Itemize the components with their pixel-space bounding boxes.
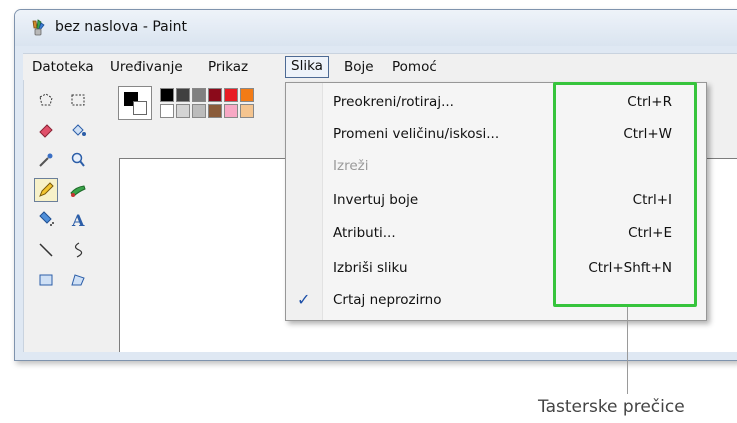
menu-file[interactable]: Datoteka	[27, 57, 99, 77]
menu-item-label: Preokreni/rotiraj...	[333, 94, 454, 110]
menu-item-label: Promeni veličinu/iskosi...	[333, 126, 500, 142]
rect-select-icon[interactable]	[66, 88, 90, 112]
pencil-icon[interactable]	[34, 178, 58, 202]
curve-icon[interactable]	[66, 238, 90, 262]
menu-item-label: Atributi...	[333, 225, 396, 241]
palette-swatch[interactable]	[160, 88, 174, 102]
menu-item-label: Invertuj boje	[333, 192, 419, 208]
background-color[interactable]	[133, 101, 147, 115]
polygon-icon[interactable]	[66, 268, 90, 292]
airbrush-icon[interactable]	[34, 208, 58, 232]
svg-text:A: A	[71, 211, 85, 229]
menu-image[interactable]: Slika	[285, 56, 329, 78]
palette-swatch[interactable]	[224, 104, 238, 118]
palette-swatch[interactable]	[240, 104, 254, 118]
palette-swatch[interactable]	[240, 88, 254, 102]
checkmark-icon: ✓	[297, 290, 311, 309]
palette-swatch[interactable]	[208, 104, 222, 118]
palette-swatch[interactable]	[208, 88, 222, 102]
menu-edit[interactable]: Uređivanje	[105, 57, 188, 77]
palette-swatch[interactable]	[160, 104, 174, 118]
menu-colors[interactable]: Boje	[339, 57, 379, 77]
rectangle-icon[interactable]	[34, 268, 58, 292]
title-bar: bez naslova - Paint	[15, 10, 737, 46]
magnifier-icon[interactable]	[66, 148, 90, 172]
shortcuts-highlight-box	[553, 82, 697, 307]
window-title: bez naslova - Paint	[55, 19, 187, 35]
callout-line	[627, 307, 628, 394]
free-select-icon[interactable]	[34, 88, 58, 112]
eraser-icon[interactable]	[34, 118, 58, 142]
menu-view[interactable]: Prikaz	[203, 57, 253, 77]
line-icon[interactable]	[34, 238, 58, 262]
current-colors[interactable]	[118, 86, 152, 120]
paint-app-icon	[29, 19, 47, 37]
palette-swatch[interactable]	[176, 104, 190, 118]
menu-item-label: Izreži	[333, 158, 369, 174]
palette-swatch[interactable]	[192, 88, 206, 102]
menu-help[interactable]: Pomoć	[387, 57, 442, 77]
toolbox: A	[24, 80, 114, 352]
palette-swatch[interactable]	[192, 104, 206, 118]
menu-item-label: Crtaj neprozirno	[333, 292, 442, 308]
menu-bar: Datoteka Uređivanje Prikaz Slika Boje Po…	[23, 53, 737, 81]
menu-item-label: Izbriši sliku	[333, 260, 408, 276]
brush-icon[interactable]	[66, 178, 90, 202]
text-icon[interactable]: A	[66, 208, 90, 232]
eyedropper-icon[interactable]	[34, 148, 58, 172]
palette-swatch[interactable]	[176, 88, 190, 102]
palette-swatch[interactable]	[224, 88, 238, 102]
callout-label: Tasterske prečice	[538, 397, 685, 417]
fill-icon[interactable]	[66, 118, 90, 142]
